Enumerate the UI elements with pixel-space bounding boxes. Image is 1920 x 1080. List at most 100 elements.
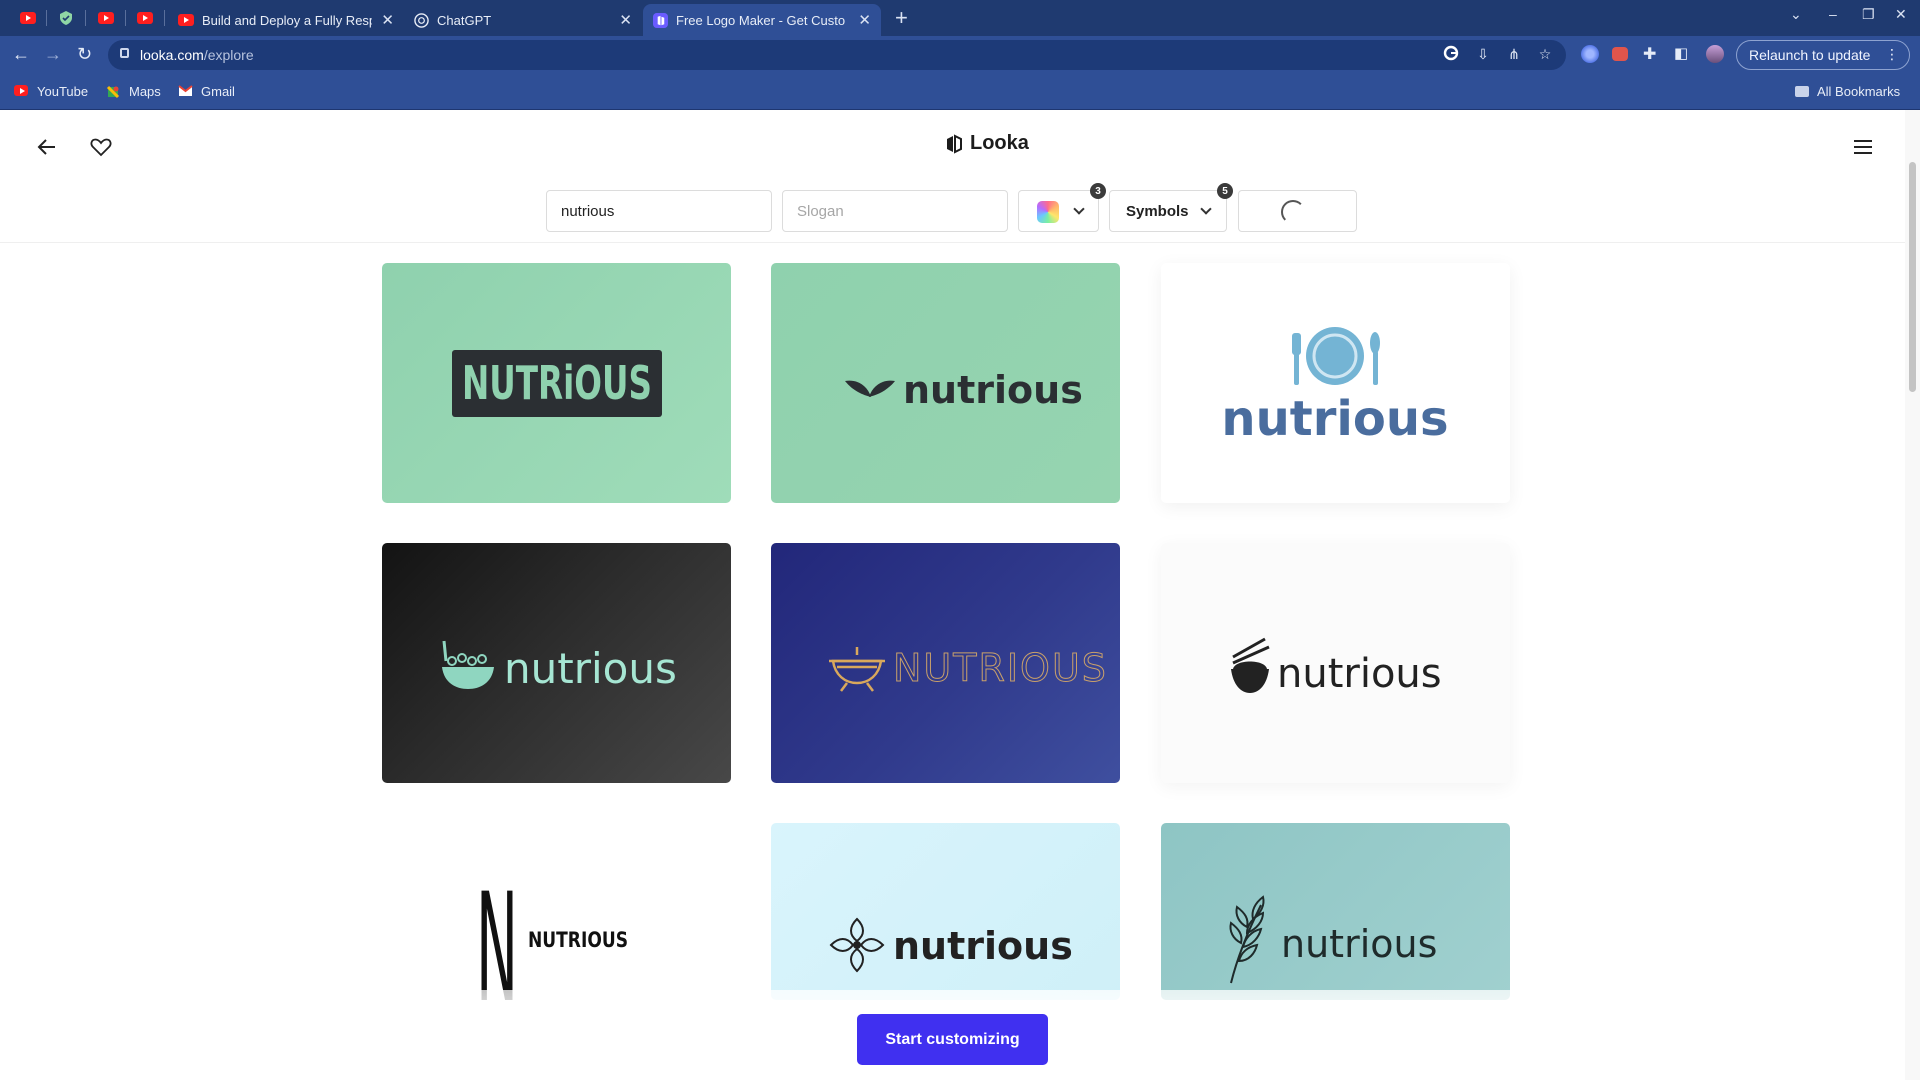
back-button[interactable] (32, 132, 62, 162)
logo-preview: nutrious (1229, 895, 1437, 984)
loading-filter-box (1238, 190, 1357, 232)
brand-name: Looka (970, 132, 1029, 154)
slogan-input[interactable] (783, 191, 1007, 231)
minimize-icon[interactable]: – (1829, 6, 1837, 22)
favorites-button[interactable] (86, 132, 116, 162)
bookmarks-bar: YouTube Maps Gmail All Bookmarks (0, 74, 1920, 110)
logo-wordmark: NUTRiOUS (462, 356, 652, 410)
close-window-icon[interactable]: ✕ (1895, 6, 1907, 23)
youtube-icon (178, 14, 194, 26)
ornament-icon (829, 917, 885, 973)
bookmark-gmail[interactable]: Gmail (178, 84, 235, 99)
logo-wordmark: nutrious (504, 644, 677, 693)
address-bar[interactable]: looka.com/explore ⇩ ⋔ ☆ (108, 40, 1566, 70)
logo-wordmark: NUTRIOUS (528, 928, 628, 952)
logo-card[interactable]: nutrious (771, 823, 1120, 1000)
salad-bowl-icon (442, 640, 494, 689)
looka-logo[interactable]: Looka (944, 132, 1029, 155)
logo-monogram: N (476, 862, 518, 1000)
page-scrollbar[interactable] (1905, 110, 1920, 1080)
looka-mark-icon (947, 133, 962, 154)
grill-icon (829, 647, 885, 692)
relaunch-label: Relaunch to update (1749, 47, 1871, 63)
logo-card[interactable]: NUTRIOUS (771, 543, 1120, 783)
new-tab-button[interactable]: + (895, 5, 908, 31)
lock-icon (120, 48, 129, 58)
close-icon[interactable]: ✕ (619, 11, 632, 29)
install-app-icon[interactable]: ⇩ (1474, 46, 1492, 64)
logo-preview: nutrious (1231, 637, 1442, 697)
menu-button[interactable] (1848, 132, 1878, 162)
extension-icon[interactable] (1581, 45, 1599, 63)
close-icon[interactable]: ✕ (858, 11, 871, 29)
youtube-tab-icon[interactable] (97, 9, 115, 27)
browser-toolbar: ← → ↻ looka.com/explore ⇩ ⋔ ☆ ✚ ◧ Relaun… (0, 36, 1920, 74)
looka-icon (653, 12, 668, 28)
logo-card[interactable]: N NUTRIOUS (382, 823, 731, 1000)
side-panel-icon[interactable]: ◧ (1674, 44, 1688, 62)
extensions-puzzle-icon[interactable]: ✚ (1643, 44, 1656, 64)
company-name-input[interactable] (547, 191, 771, 231)
logo-preview: N NUTRIOUS (476, 862, 628, 1000)
profile-avatar[interactable] (1706, 45, 1724, 63)
logo-card[interactable]: NUTRiOUS (382, 263, 731, 503)
logo-preview: NUTRiOUS (452, 350, 662, 417)
scrollbar-thumb[interactable] (1909, 162, 1916, 392)
symbols-count-badge: 5 (1217, 183, 1233, 199)
url-text[interactable]: looka.com/explore (140, 47, 254, 63)
forward-arrow-icon[interactable]: → (44, 44, 62, 65)
logo-preview: NUTRIOUS (829, 646, 1106, 692)
slogan-field[interactable] (782, 190, 1008, 232)
leaf-branch-icon (1229, 895, 1265, 984)
tab-chatgpt[interactable]: ChatGPT ✕ (404, 4, 642, 36)
symbols-label: Symbols (1126, 203, 1189, 220)
color-palette-icon (1037, 201, 1059, 223)
youtube-tab-icon[interactable] (19, 9, 37, 27)
share-icon[interactable]: ⋔ (1505, 46, 1523, 64)
heart-icon (90, 138, 112, 157)
reload-icon[interactable]: ↻ (77, 44, 92, 65)
folder-icon (1795, 86, 1809, 97)
logo-preview: nutrious (1221, 327, 1449, 447)
symbols-filter-dropdown[interactable]: Symbols 5 (1109, 183, 1233, 232)
bookmark-maps[interactable]: Maps (106, 84, 161, 99)
logo-card[interactable]: nutrious (382, 543, 731, 783)
close-icon[interactable]: ✕ (381, 11, 394, 29)
rice-bowl-chopsticks-icon (1231, 637, 1270, 693)
youtube-tab-icon[interactable] (136, 9, 154, 27)
color-filter-dropdown[interactable]: 3 (1018, 183, 1106, 232)
chevron-down-icon (1200, 203, 1212, 215)
bookmark-star-icon[interactable]: ☆ (1536, 46, 1554, 64)
wings-icon (845, 380, 895, 397)
relaunch-button[interactable]: Relaunch to update ⋮ (1736, 40, 1910, 70)
chatgpt-icon (414, 12, 429, 28)
header-divider (0, 242, 1905, 243)
loading-spinner-icon (1281, 200, 1305, 224)
start-customizing-button[interactable]: Start customizing (857, 1014, 1048, 1065)
logo-card[interactable]: nutrious (1161, 823, 1510, 1000)
maps-icon (106, 85, 122, 99)
tab-youtube-video[interactable]: Build and Deploy a Fully Resp ✕ (168, 4, 404, 36)
looka-explore-page: Looka 3 Symbols 5 NUTRiOUS (0, 110, 1920, 1080)
shield-tab-icon[interactable] (57, 9, 75, 27)
logo-preview: nutrious (845, 368, 1083, 412)
all-bookmarks[interactable]: All Bookmarks (1795, 84, 1900, 99)
bookmark-youtube[interactable]: YouTube (14, 84, 88, 99)
tab-label: Build and Deploy a Fully Resp (202, 12, 372, 28)
google-icon[interactable] (1442, 45, 1460, 63)
browser-tab-bar: Build and Deploy a Fully Resp ✕ ChatGPT … (0, 0, 1920, 36)
tab-search-chevron-icon[interactable]: ⌄ (1790, 6, 1802, 23)
screen-recorder-icon[interactable] (1612, 47, 1628, 61)
logo-card[interactable]: nutrious (771, 263, 1120, 503)
restore-icon[interactable]: ❐ (1862, 6, 1875, 23)
youtube-icon (14, 84, 30, 99)
logo-card[interactable]: nutrious (1161, 263, 1510, 503)
tab-label: ChatGPT (437, 12, 492, 28)
hamburger-icon (1854, 140, 1872, 154)
logo-card[interactable]: nutrious (1161, 543, 1510, 783)
kebab-menu-icon[interactable]: ⋮ (1885, 46, 1899, 63)
company-name-field[interactable] (546, 190, 772, 232)
tab-looka[interactable]: Free Logo Maker - Get Custo ✕ (643, 4, 881, 36)
back-arrow-icon[interactable]: ← (12, 44, 30, 65)
logo-preview: nutrious (442, 640, 677, 693)
